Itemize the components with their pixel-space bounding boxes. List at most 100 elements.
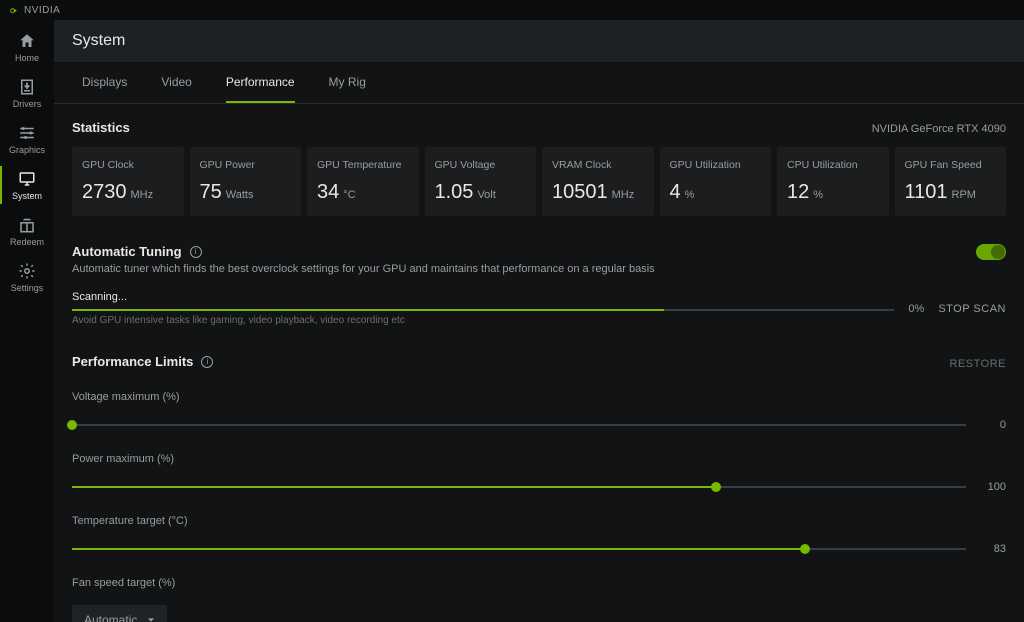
performance-limits-title: Performance Limits — [72, 354, 193, 369]
gift-icon — [18, 216, 36, 234]
stat-label: GPU Temperature — [317, 159, 409, 171]
slider-track[interactable] — [72, 548, 966, 550]
sidebar: Home Drivers Graphics System Redeem Sett… — [0, 20, 54, 622]
stat-value: 75 — [200, 181, 222, 204]
stat-value: 34 — [317, 181, 339, 204]
statistics-heading: Statistics — [72, 120, 130, 135]
download-icon — [18, 78, 36, 96]
stat-card: VRAM Clock 10501 MHz — [542, 147, 654, 216]
brand-bar: NVIDIA — [0, 0, 1024, 20]
sidebar-item-home[interactable]: Home — [0, 24, 54, 70]
slider-row: Voltage maximum (%) 0 — [72, 391, 1006, 431]
stat-card: GPU Utilization 4% — [660, 147, 772, 216]
stat-label: GPU Clock — [82, 159, 174, 171]
sliders-icon — [18, 124, 36, 142]
stat-card: GPU Temperature 34 °C — [307, 147, 419, 216]
tab-video[interactable]: Video — [161, 63, 191, 103]
slider-value: 0 — [978, 419, 1006, 431]
nvidia-logo-icon — [10, 5, 20, 15]
stat-card: GPU Fan Speed 1101 RPM — [895, 147, 1007, 216]
sidebar-item-graphics[interactable]: Graphics — [0, 116, 54, 162]
sidebar-item-system[interactable]: System — [0, 162, 54, 208]
slider-row: Temperature target (°C) 83 — [72, 515, 1006, 555]
statistics-grid: GPU Clock 2730 MHz GPU Power 75 Watts GPU Temp… — [72, 147, 1006, 216]
stat-card: GPU Voltage1.05Volt — [425, 147, 537, 216]
slider-fill — [72, 486, 716, 488]
scan-progress-track — [72, 309, 894, 311]
slider-fill — [72, 548, 805, 550]
scan-hint: Avoid GPU intensive tasks like gaming, v… — [72, 315, 894, 326]
sidebar-item-label: Settings — [11, 283, 44, 293]
fan-speed-dropdown[interactable]: Automatic — [72, 605, 167, 622]
slider-label: Power maximum (%) — [72, 453, 1006, 465]
slider-value: 100 — [978, 481, 1006, 493]
stat-unit: Watts — [226, 189, 254, 201]
stat-unit: % — [813, 189, 823, 201]
brand-text: NVIDIA — [24, 5, 60, 16]
page-title: System — [72, 32, 1006, 50]
slider-track[interactable] — [72, 486, 966, 488]
sidebar-item-drivers[interactable]: Drivers — [0, 70, 54, 116]
info-icon[interactable]: i — [201, 356, 213, 368]
automatic-tuning-description: Automatic tuner which finds the best ove… — [72, 263, 655, 275]
slider-value: 83 — [978, 543, 1006, 555]
tab-my-rig[interactable]: My Rig — [329, 63, 366, 103]
stat-unit: MHz — [131, 189, 154, 201]
sidebar-item-label: Home — [15, 53, 39, 63]
info-icon[interactable]: i — [190, 246, 202, 258]
stat-label: CPU Utilization — [787, 159, 879, 171]
stat-label: GPU Power — [200, 159, 292, 171]
fan-speed-row: Fan speed target (%) Automatic — [72, 577, 1006, 622]
slider-thumb[interactable] — [800, 544, 810, 554]
sidebar-item-label: Graphics — [9, 145, 45, 155]
slider-row: Power maximum (%) 100 — [72, 453, 1006, 493]
gpu-name: NVIDIA GeForce RTX 4090 — [872, 123, 1006, 135]
stop-scan-button[interactable]: STOP SCAN — [938, 303, 1006, 315]
fan-speed-label: Fan speed target (%) — [72, 577, 1006, 589]
stat-card: GPU Clock 2730 MHz — [72, 147, 184, 216]
stat-label: GPU Fan Speed — [905, 159, 997, 171]
tab-performance[interactable]: Performance — [226, 63, 295, 103]
slider-thumb[interactable] — [711, 482, 721, 492]
stat-value: 2730 — [82, 181, 127, 204]
stat-value: 1.05 — [435, 181, 474, 204]
stat-value: 4 — [670, 181, 681, 204]
performance-limits-section: Performance Limits i RESTORE Voltage max… — [72, 354, 1006, 622]
content: Statistics NVIDIA GeForce RTX 4090 GPU C… — [54, 104, 1024, 622]
stat-value: 12 — [787, 181, 809, 204]
stat-unit: °C — [343, 189, 355, 201]
slider-track[interactable] — [72, 424, 966, 426]
stat-unit: RPM — [952, 189, 976, 201]
sidebar-item-label: System — [12, 191, 42, 201]
stat-label: VRAM Clock — [552, 159, 644, 171]
page-header: System — [54, 20, 1024, 63]
automatic-tuning-toggle[interactable] — [976, 244, 1006, 260]
tab-displays[interactable]: Displays — [82, 63, 127, 103]
sidebar-item-settings[interactable]: Settings — [0, 254, 54, 300]
gear-icon — [18, 262, 36, 280]
stat-value: 10501 — [552, 181, 608, 204]
monitor-icon — [18, 170, 36, 188]
tabs: Displays Video Performance My Rig — [54, 63, 1024, 104]
scanning-label: Scanning... — [72, 291, 894, 303]
sidebar-item-redeem[interactable]: Redeem — [0, 208, 54, 254]
automatic-tuning-title: Automatic Tuning — [72, 244, 182, 259]
stat-unit: MHz — [612, 189, 635, 201]
stat-label: GPU Utilization — [670, 159, 762, 171]
automatic-tuning-section: Automatic Tuning i Automatic tuner which… — [72, 244, 1006, 326]
stat-label: GPU Voltage — [435, 159, 527, 171]
slider-thumb[interactable] — [67, 420, 77, 430]
restore-button[interactable]: RESTORE — [950, 358, 1006, 370]
stat-value: 1101 — [905, 181, 948, 204]
main: System Displays Video Performance My Rig… — [54, 20, 1024, 622]
sidebar-item-label: Redeem — [10, 237, 44, 247]
slider-label: Voltage maximum (%) — [72, 391, 1006, 403]
scan-percent: 0% — [908, 303, 924, 315]
home-icon — [18, 32, 36, 50]
scan-progress-fill — [72, 309, 664, 311]
stat-unit: % — [685, 189, 695, 201]
slider-label: Temperature target (°C) — [72, 515, 1006, 527]
sidebar-item-label: Drivers — [13, 99, 42, 109]
stat-card: CPU Utilization 12% — [777, 147, 889, 216]
chevron-down-icon — [147, 616, 155, 622]
